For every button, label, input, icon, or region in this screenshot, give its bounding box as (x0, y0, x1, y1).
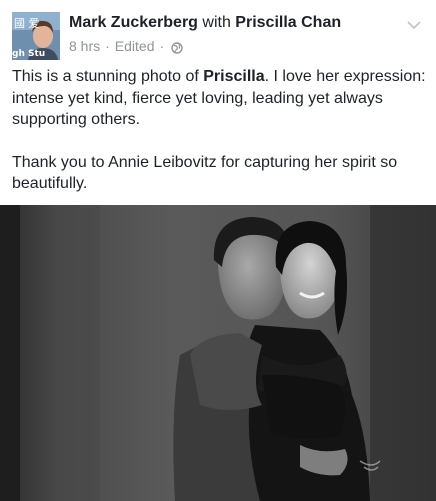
post-paragraph-1: This is a stunning photo of Priscilla. I… (12, 66, 426, 131)
globe-icon[interactable] (171, 40, 183, 54)
post-photo[interactable] (0, 205, 436, 501)
post-paragraph-2: Thank you to Annie Leibovitz for capturi… (12, 153, 398, 193)
meta-separator-2: · (159, 38, 165, 54)
avatar-text-line1: 國 爱 (14, 17, 40, 30)
edited-label[interactable]: Edited (115, 37, 155, 55)
avatar[interactable]: 國 爱 gh Stu (12, 12, 60, 60)
with-word: with (202, 14, 231, 31)
post-text: This is a stunning photo of Priscilla. I… (12, 66, 426, 195)
facebook-post: 國 爱 gh Stu Mark Zuckerberg with Priscill… (0, 0, 436, 501)
post-header: 國 爱 gh Stu Mark Zuckerberg with Priscill… (0, 0, 436, 62)
avatar-text-line2: gh Stu (12, 49, 45, 59)
post-time[interactable]: 8 hrs (69, 37, 100, 55)
p1-before: This is a stunning photo of (12, 68, 204, 85)
post-meta: 8 hrs · Edited · (69, 37, 183, 55)
mention-priscilla[interactable]: Priscilla (203, 68, 264, 85)
author-line: Mark Zuckerberg with Priscilla Chan (69, 13, 341, 33)
tagged-person-link[interactable]: Priscilla Chan (235, 14, 341, 31)
author-name-link[interactable]: Mark Zuckerberg (69, 14, 198, 31)
chevron-down-icon[interactable] (406, 18, 422, 30)
meta-separator: · (105, 38, 110, 54)
